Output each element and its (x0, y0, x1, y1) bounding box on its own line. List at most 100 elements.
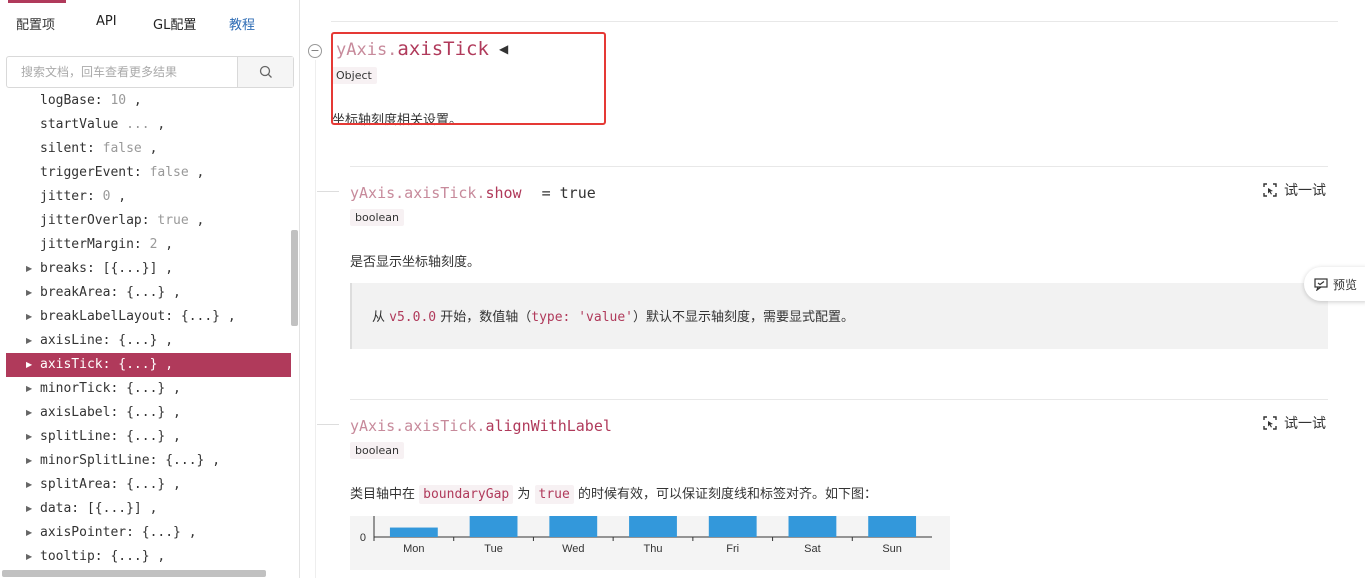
tree-item-key: logBase: (40, 93, 103, 108)
tree-item-key: data: [{...}] (40, 501, 142, 516)
tree-item-suffix: , (110, 189, 127, 204)
tree-item-key: jitterOverlap: (40, 213, 150, 228)
note-block: 从 v5.0.0 开始，数值轴（type: 'value'）默认不显示轴刻度，需… (350, 283, 1328, 349)
tree-item[interactable]: jitterMargin: 2 , (6, 233, 291, 257)
tree-item[interactable]: ▶ axisPointer: {...} , (6, 521, 291, 545)
expand-arrow-icon[interactable]: ▶ (26, 449, 32, 473)
option-tree: logBase: 10 , startValue ... , silent: fal… (6, 89, 291, 567)
tree-item-label: splitArea: {...} , (40, 473, 181, 497)
chart-bar (389, 527, 438, 537)
tree-item-key: breaks: [{...}] (40, 261, 158, 276)
tree-item[interactable]: ▶ breaks: [{...}] , (6, 257, 291, 281)
expand-arrow-icon[interactable]: ▶ (26, 329, 32, 353)
search-box (6, 56, 294, 88)
tab-gl-options[interactable]: GL配置 (153, 14, 196, 33)
search-button[interactable] (237, 57, 293, 87)
sidebar: 配置项 API GL配置 教程 logBase: 10 ,startValue … (0, 0, 300, 578)
x-tick-label: Thu (644, 543, 663, 555)
expand-arrow-icon[interactable]: ▶ (26, 545, 32, 567)
tree-item[interactable]: jitterOverlap: true , (6, 209, 291, 233)
sidebar-horizontal-scrollbar[interactable] (2, 570, 266, 577)
expand-arrow-icon[interactable]: ▶ (26, 401, 32, 425)
expand-arrow-icon[interactable]: ▶ (26, 305, 32, 329)
tree-item-suffix: , (188, 213, 205, 228)
chart-svg: 0 Mon Tue Wed Thu Fri Sat Sun (360, 516, 932, 555)
tree-item[interactable]: triggerEvent: false , (6, 161, 291, 185)
section-type-badge: boolean (350, 209, 404, 226)
tree-item-value: false (149, 165, 189, 180)
tree-item[interactable]: jitter: 0 , (6, 185, 291, 209)
tree-item-label: silent: false , (40, 137, 157, 161)
tree-item[interactable]: ▶ breakArea: {...} , (6, 281, 291, 305)
tree-item-label: axisLabel: {...} , (40, 401, 181, 425)
note-text: 从 v5.0.0 开始，数值轴（type: 'value'）默认不显示轴刻度，需… (372, 306, 854, 325)
tree-item[interactable]: ▶ data: [{...}] , (6, 497, 291, 521)
try-button-align-with-label[interactable]: 试一试 (1262, 413, 1326, 433)
try-it-icon (1263, 183, 1277, 197)
expand-arrow-icon[interactable]: ▶ (26, 353, 32, 377)
try-it-icon (1263, 416, 1277, 430)
chart-bar (788, 516, 837, 537)
expand-arrow-icon[interactable]: ▶ (26, 497, 32, 521)
section-default: = true (541, 184, 596, 202)
tree-item-key: axisLine: {...} (40, 333, 158, 348)
tree-item[interactable]: ▶ tooltip: {...} , (6, 545, 291, 567)
tree-item[interactable]: startValue ... , (6, 113, 291, 137)
try-button-label: 试一试 (1284, 183, 1326, 199)
tree-item-label: jitter: 0 , (40, 185, 126, 209)
note-code-type: type: 'value' (531, 310, 633, 325)
expand-arrow-icon[interactable]: ▶ (26, 257, 32, 281)
tree-item-label: triggerEvent: false , (40, 161, 204, 185)
tab-options[interactable]: 配置项 (16, 14, 55, 33)
expand-arrow-icon[interactable]: ▶ (26, 521, 32, 545)
tree-item-suffix: , (157, 261, 174, 276)
tree-item-value: true (157, 213, 189, 228)
tree-item-suffix: , (141, 501, 158, 516)
expand-arrow-icon[interactable]: ▶ (26, 377, 32, 401)
x-tick-label: Fri (726, 543, 739, 555)
x-tick-label: Sat (804, 543, 821, 555)
tree-item-key: tooltip: {...} (40, 549, 150, 564)
expand-arrow-icon[interactable]: ▶ (26, 281, 32, 305)
tree-item[interactable]: ▶ axisLabel: {...} , (6, 401, 291, 425)
example-bar-chart: 0 Mon Tue Wed Thu Fri Sat Sun (350, 516, 950, 570)
tree-item[interactable]: ▶ breakLabelLayout: {...} , (6, 305, 291, 329)
tree-item-suffix: , (149, 549, 166, 564)
tree-item-label: jitterMargin: 2 , (40, 233, 173, 257)
preview-button[interactable]: 预览 (1304, 267, 1365, 301)
tree-item[interactable]: silent: false , (6, 137, 291, 161)
tree-item-label: logBase: 10 , (40, 89, 142, 113)
tree-item-key: triggerEvent: (40, 165, 142, 180)
tree-item-label: splitLine: {...} , (40, 425, 181, 449)
expand-arrow-icon[interactable]: ▶ (26, 425, 32, 449)
tree-item-key: splitArea: {...} (40, 477, 166, 492)
tree-item[interactable]: ▶ minorTick: {...} , (6, 377, 291, 401)
tree-item-suffix: , (126, 93, 142, 108)
tree-item-key: axisPointer: {...} (40, 525, 181, 540)
collapse-icon[interactable]: − (308, 44, 322, 58)
tree-item[interactable]: ▶ axisLine: {...} , (6, 329, 291, 353)
tree-item[interactable]: ▶ splitArea: {...} , (6, 473, 291, 497)
tab-api[interactable]: API (96, 14, 117, 29)
section-description: 是否显示坐标轴刻度。 (350, 255, 481, 270)
chart-bar (868, 516, 917, 537)
tree-item[interactable]: ▶ axisTick: {...} , (6, 353, 291, 377)
tree-item[interactable]: logBase: 10 , (6, 89, 291, 113)
top-divider (331, 21, 1338, 22)
tab-tutorial[interactable]: 教程 (229, 14, 255, 33)
tree-item[interactable]: ▶ minorSplitLine: {...} , (6, 449, 291, 473)
tree-item-suffix: , (157, 237, 174, 252)
section-title-show: yAxis.axisTick.show = true (350, 184, 596, 202)
try-button-show[interactable]: 试一试 (1262, 180, 1326, 200)
tree-item-key: axisTick: {...} (40, 357, 158, 372)
expand-arrow-icon[interactable]: ▶ (26, 473, 32, 497)
note-code-version: v5.0.0 (389, 310, 437, 325)
tree-item-suffix: , (165, 477, 181, 492)
code-boundary-gap: boundaryGap (419, 485, 514, 504)
sidebar-vertical-scrollbar[interactable] (291, 230, 298, 326)
tree-item-suffix: , (220, 309, 236, 324)
preview-icon (1314, 278, 1328, 291)
tree-item-suffix: , (157, 333, 174, 348)
search-input[interactable] (7, 57, 238, 87)
tree-item[interactable]: ▶ splitLine: {...} , (6, 425, 291, 449)
